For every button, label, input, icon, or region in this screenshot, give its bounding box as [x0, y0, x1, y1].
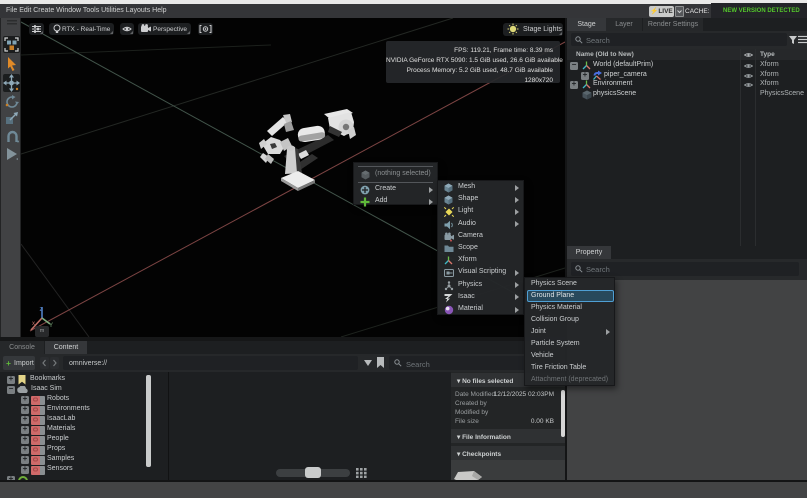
svg-text:Y: Y: [49, 323, 53, 329]
svg-text:z: z: [40, 307, 43, 313]
